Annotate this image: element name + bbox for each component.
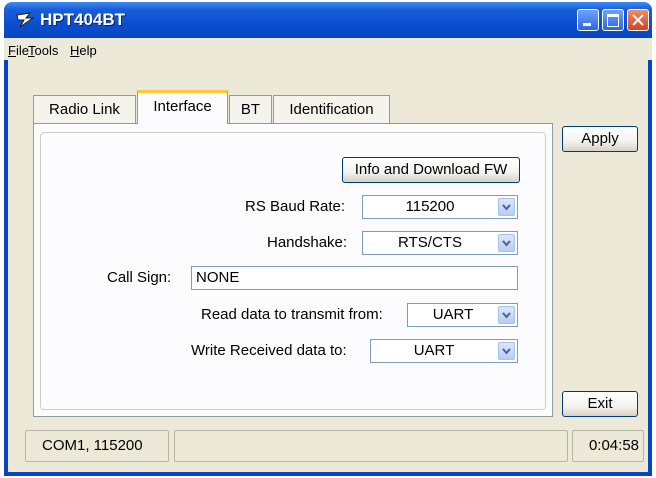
tab-interface[interactable]: Interface (137, 90, 228, 124)
tab-bt[interactable]: BT (229, 95, 272, 123)
tab-radio-link[interactable]: Radio Link (33, 95, 136, 123)
handshake-select[interactable]: RTS/CTS (362, 231, 518, 255)
status-time: 0:04:58 (572, 430, 644, 462)
info-download-fw-button[interactable]: Info and Download FW (342, 157, 520, 183)
read-from-value: UART (432, 306, 474, 323)
write-to-label: Write Received data to: (191, 342, 347, 359)
exit-button[interactable]: Exit (562, 391, 638, 417)
read-from-select[interactable]: UART (407, 303, 518, 327)
menu-help[interactable]: Help (70, 43, 97, 58)
menu-tools[interactable]: Tools (28, 43, 58, 58)
menu-file[interactable]: File (8, 43, 29, 58)
apply-button[interactable]: Apply (562, 126, 638, 152)
handshake-value: RTS/CTS (398, 234, 462, 251)
tab-identification[interactable]: Identification (273, 95, 390, 123)
call-sign-label: Call Sign: (107, 269, 172, 286)
write-to-value: UART (413, 342, 455, 359)
menu-bar: File Tools Help (4, 38, 652, 60)
chevron-down-icon[interactable] (498, 198, 515, 216)
chevron-down-icon[interactable] (498, 234, 515, 252)
status-middle (174, 430, 568, 462)
status-connection: COM1, 115200 (25, 430, 169, 462)
write-to-select[interactable]: UART (370, 339, 518, 363)
baud-rate-value: 115200 (405, 198, 455, 215)
call-sign-input[interactable]: NONE (191, 266, 518, 290)
chevron-down-icon[interactable] (498, 306, 515, 324)
minimize-button[interactable] (577, 9, 599, 31)
window-title: HPT404BT (40, 10, 126, 29)
baud-rate-label: RS Baud Rate: (245, 198, 346, 215)
chevron-down-icon[interactable] (498, 342, 515, 360)
app-icon (16, 12, 34, 28)
handshake-label: Handshake: (267, 234, 348, 251)
maximize-button[interactable] (602, 9, 624, 31)
close-button[interactable] (627, 9, 649, 31)
title-bar[interactable]: HPT404BT (4, 2, 652, 38)
read-from-label: Read data to transmit from: (201, 306, 383, 323)
baud-rate-select[interactable]: 115200 (362, 195, 518, 219)
